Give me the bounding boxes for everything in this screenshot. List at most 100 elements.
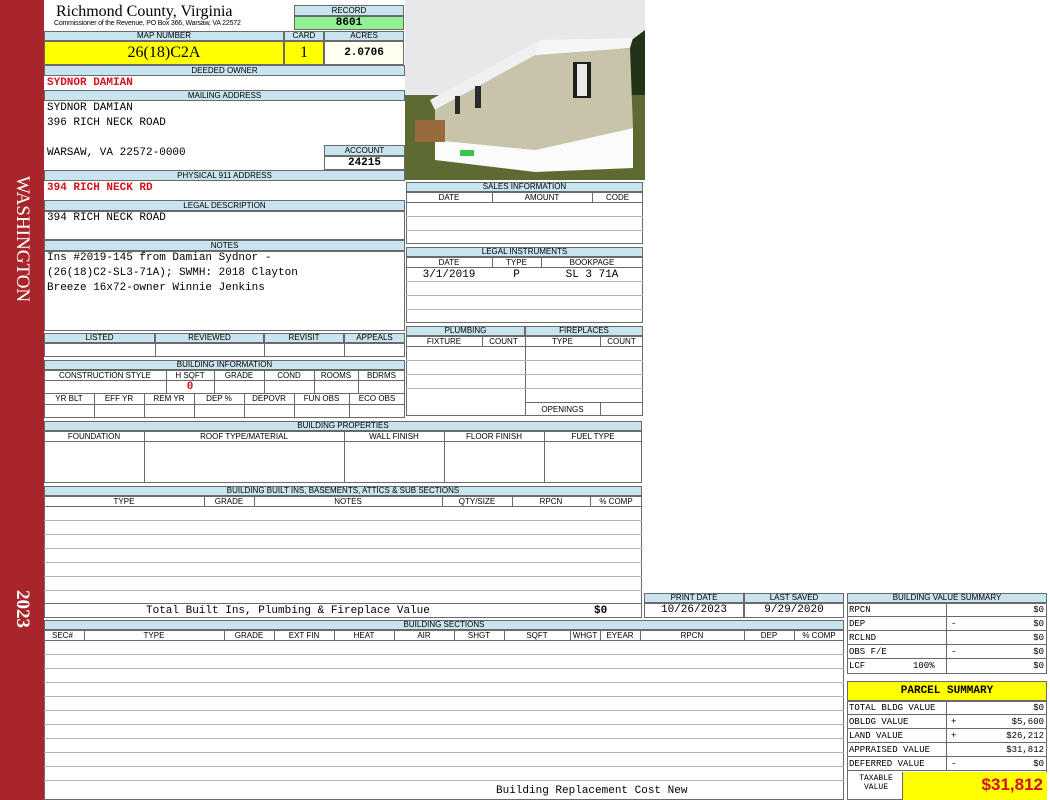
construction-style-col: CONSTRUCTION STYLE [58, 371, 151, 380]
account-header: ACCOUNT [324, 145, 405, 156]
vs-rclnd-row: RCLND $0 [847, 631, 1047, 645]
builtins-total-label: Total Built Ins, Plumbing & Fireplace Va… [146, 605, 430, 617]
fireplaces-header: FIREPLACES [525, 326, 643, 336]
sec-type-col: TYPE [143, 631, 165, 640]
commissioner-line: Commissioner of the Revenue, PO Box 366,… [54, 20, 241, 27]
sec-col: SEC# [52, 631, 73, 640]
builtins-total-value: $0 [594, 605, 608, 617]
eff-yr-col: EFF YR [104, 394, 134, 403]
sec-shgt-col: SHGT [467, 631, 491, 640]
ps-land-row: LAND VALUE + $26,212 [847, 729, 1047, 743]
li-row1-type: P [513, 269, 520, 281]
floor-finish-col: FLOOR FINISH [465, 432, 522, 441]
rem-yr-col: REM YR [153, 394, 185, 403]
bi-notes-col: NOTES [334, 497, 362, 506]
fp-count-col: COUNT [607, 337, 636, 346]
deeded-owner-value: SYDNOR DAMIAN [47, 77, 133, 89]
notes-header: NOTES [44, 240, 405, 251]
depovr-col: DEPOVR [252, 394, 286, 403]
legal-description-value: 394 RICH NECK ROAD [47, 212, 166, 224]
acres-value: 2.0706 [324, 41, 404, 65]
sections-footer: Building Replacement Cost New [496, 785, 688, 797]
last-saved-value: 9/29/2020 [744, 603, 844, 618]
map-number-header: MAP NUMBER [44, 31, 284, 41]
li-row1-date: 3/1/2019 [422, 269, 476, 281]
bdrms-col: BDRMS [367, 371, 396, 380]
ps-total-bldg-row: TOTAL BLDG VALUE $0 [847, 701, 1047, 715]
physical-address-header: PHYSICAL 911 ADDRESS [44, 170, 405, 181]
bi-rpcn-col: RPCN [539, 497, 563, 506]
sales-amount-col: AMOUNT [524, 193, 560, 202]
cond-col: COND [277, 371, 301, 380]
openings-label: OPENINGS [541, 405, 584, 414]
roof-col: ROOF TYPE/MATERIAL [200, 432, 288, 441]
record-header: RECORD [294, 5, 404, 16]
plumbing-count-col: COUNT [489, 337, 518, 346]
rooms-col: ROOMS [320, 371, 352, 380]
sec-whgt-col: WHGT [572, 631, 598, 640]
vs-lcf-row: LCF 100% $0 [849, 659, 1044, 673]
sales-header: SALES INFORMATION [406, 182, 643, 192]
card-header: CARD [284, 31, 324, 41]
sec-sqft-col: SQFT [526, 631, 548, 640]
fp-type-col: TYPE [552, 337, 573, 346]
sec-air-col: AIR [417, 631, 431, 640]
listed-header: LISTED [44, 333, 155, 343]
record-value: 8601 [294, 16, 404, 30]
mailing-address-header: MAILING ADDRESS [44, 90, 405, 101]
foundation-col: FOUNDATION [67, 432, 121, 441]
notes-line-2: (26(18)C2-SL3-71A); SWMH: 2018 Clayton [47, 267, 298, 279]
deeded-owner-header: DEEDED OWNER [44, 65, 405, 76]
reviewed-header: REVIEWED [155, 333, 264, 343]
fixture-col: FIXTURE [426, 337, 462, 346]
vs-dep-row: DEP - $0 [847, 617, 1047, 631]
year-label: 2023 [12, 590, 33, 628]
fuel-type-col: FUEL TYPE [571, 432, 615, 441]
bi-type-col: TYPE [113, 497, 135, 506]
ps-obldg-row: OBLDG VALUE + $5,600 [847, 715, 1047, 729]
sec-dep-col: DEP [760, 631, 778, 640]
acres-header: ACRES [324, 31, 404, 41]
value-summary-header: BUILDING VALUE SUMMARY [847, 593, 1047, 603]
map-number-value: 26(18)C2A [44, 41, 284, 65]
bi-comp-col: % COMP [599, 497, 633, 506]
builtins-header: BUILDING BUILT INS, BASEMENTS, ATTICS & … [44, 486, 642, 496]
print-date-header: PRINT DATE [644, 593, 744, 603]
parcel-summary-header: PARCEL SUMMARY [847, 681, 1047, 701]
h-sqft-col: H SQFT [175, 371, 205, 380]
sec-rpcn-col: RPCN [680, 631, 704, 640]
account-value: 24215 [324, 156, 405, 170]
yr-blt-col: YR BLT [55, 394, 83, 403]
bi-grade-col: GRADE [214, 497, 244, 506]
physical-address-value: 394 RICH NECK RD [47, 182, 153, 194]
mobile-home-icon [405, 0, 645, 180]
ps-deferred-row: DEFERRED VALUE - $0 [847, 757, 1047, 771]
legal-description-header: LEGAL DESCRIPTION [44, 200, 405, 211]
sales-code-col: CODE [605, 193, 630, 202]
mailing-line-1: SYDNOR DAMIAN [47, 102, 133, 114]
county-title: Richmond County, Virginia [56, 3, 233, 20]
wall-finish-col: WALL FINISH [369, 432, 419, 441]
li-bookpage-col: BOOKPAGE [569, 258, 615, 267]
sidebar: WASHINGTON 2023 [0, 0, 44, 800]
eco-obs-col: ECO OBS [358, 394, 396, 403]
vs-obs-row: OBS F/E - $0 [847, 645, 1047, 659]
notes-line-3: Breeze 16x72-owner Winnie Jenkins [47, 282, 265, 294]
plumbing-header: PLUMBING [406, 326, 525, 336]
building-sections-header: BUILDING SECTIONS [44, 620, 844, 630]
sec-grade-col: GRADE [234, 631, 264, 640]
li-row1-bookpage: SL 3 71A [565, 269, 619, 281]
sec-heat-col: HEAT [353, 631, 375, 640]
fun-obs-col: FUN OBS [303, 394, 340, 403]
print-date-value: 10/26/2023 [644, 603, 744, 618]
building-info-header: BUILDING INFORMATION [44, 360, 405, 370]
mailing-line-2: 396 RICH NECK ROAD [47, 117, 166, 129]
vs-rpcn-row: RPCN $0 [847, 603, 1047, 617]
sec-eyear-col: EYEAR [606, 631, 634, 640]
appeals-header: APPEALS [344, 333, 405, 343]
last-saved-header: LAST SAVED [744, 593, 844, 603]
dep-pct-col: DEP % [206, 394, 232, 403]
sec-comp-col: % COMP [802, 631, 836, 640]
notes-line-1: Ins #2019-145 from Damian Sydnor - [47, 252, 272, 264]
h-sqft-value: 0 [186, 381, 194, 393]
